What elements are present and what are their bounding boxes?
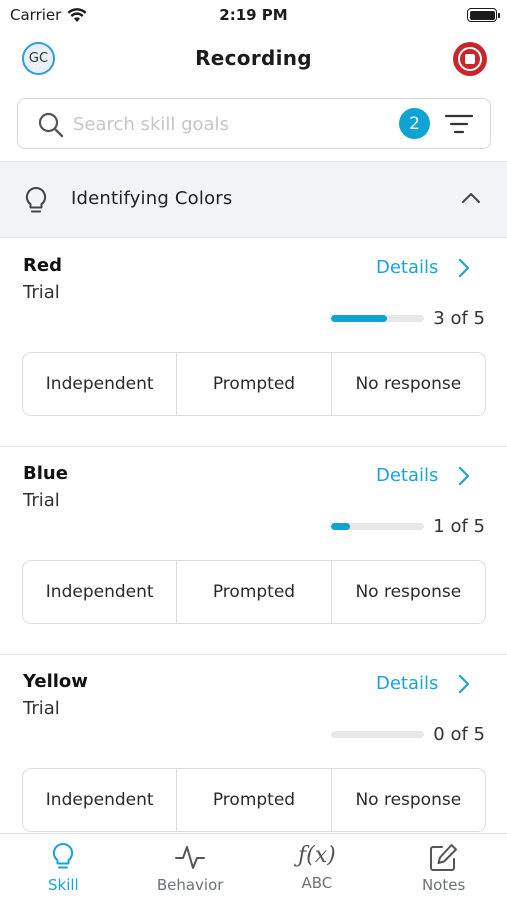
details-link[interactable]: Details — [376, 257, 470, 278]
details-link[interactable]: Details — [376, 465, 470, 486]
search-input[interactable] — [73, 109, 373, 139]
battery-icon — [467, 8, 500, 22]
status-time: 2:19 PM — [219, 6, 288, 24]
progress-bar — [331, 315, 424, 322]
response-options: Independent Prompted No response — [22, 352, 486, 416]
details-label: Details — [376, 257, 439, 278]
independent-button[interactable]: Independent — [23, 561, 178, 623]
skill-item: Blue Trial Details 1 of 5 Independent Pr… — [0, 447, 507, 655]
lightbulb-icon — [53, 842, 74, 869]
chevron-right-icon — [459, 674, 470, 693]
progress-bar — [331, 731, 424, 738]
tab-behavior[interactable]: Behavior — [127, 834, 254, 900]
status-bar: Carrier 2:19 PM — [0, 0, 507, 30]
independent-button[interactable]: Independent — [23, 769, 178, 831]
prompted-button[interactable]: Prompted — [177, 769, 332, 831]
chevron-up-icon[interactable] — [461, 192, 481, 204]
tab-label: Skill — [48, 876, 79, 894]
no-response-button[interactable]: No response — [331, 561, 485, 623]
tab-abc[interactable]: ƒ(x) ABC — [254, 834, 381, 900]
skill-name: Yellow — [23, 671, 88, 692]
independent-button[interactable]: Independent — [23, 353, 178, 415]
response-options: Independent Prompted No response — [22, 768, 486, 832]
skill-group-title: Identifying Colors — [71, 188, 233, 209]
prompted-button[interactable]: Prompted — [177, 353, 332, 415]
edit-note-icon — [429, 844, 457, 871]
lightbulb-icon — [25, 186, 47, 213]
tab-label: Behavior — [156, 876, 224, 894]
tab-skill[interactable]: Skill — [0, 834, 127, 900]
details-label: Details — [376, 673, 439, 694]
tab-notes[interactable]: Notes — [380, 834, 507, 900]
skill-item: Red Trial Details 3 of 5 Independent Pro… — [0, 239, 507, 447]
skill-name: Blue — [23, 463, 68, 484]
progress-text: 0 of 5 — [433, 724, 485, 745]
prompted-button[interactable]: Prompted — [177, 561, 332, 623]
skill-item: Yellow Trial Details 0 of 5 Independent … — [0, 655, 507, 863]
no-response-button[interactable]: No response — [331, 769, 485, 831]
progress-text: 1 of 5 — [433, 516, 485, 537]
stop-recording-button[interactable] — [453, 42, 487, 76]
skill-name: Red — [23, 255, 62, 276]
filter-icon[interactable] — [445, 112, 473, 136]
skill-type: Trial — [23, 698, 60, 719]
progress-bar — [331, 523, 424, 530]
response-options: Independent Prompted No response — [22, 560, 486, 624]
tab-bar: Skill Behavior ƒ(x) ABC Notes — [0, 833, 507, 900]
skill-group-header[interactable]: Identifying Colors — [0, 161, 507, 238]
progress-fill — [331, 315, 387, 322]
details-label: Details — [376, 465, 439, 486]
chevron-right-icon — [459, 258, 470, 277]
tab-label: Notes — [421, 876, 466, 894]
no-response-button[interactable]: No response — [331, 353, 485, 415]
skill-type: Trial — [23, 490, 60, 511]
progress-text: 3 of 5 — [433, 308, 485, 329]
search-bar: 2 — [17, 98, 491, 149]
stop-icon — [458, 47, 482, 71]
search-icon — [38, 112, 64, 138]
function-icon: ƒ(x) — [298, 843, 336, 868]
pulse-icon — [175, 846, 206, 869]
skill-type: Trial — [23, 282, 60, 303]
nav-bar: GC Recording — [0, 30, 507, 86]
page-title: Recording — [195, 46, 312, 70]
filter-count-badge: 2 — [399, 108, 430, 139]
tab-label: ABC — [301, 874, 333, 892]
progress-fill — [331, 523, 350, 530]
chevron-right-icon — [459, 466, 470, 485]
details-link[interactable]: Details — [376, 673, 470, 694]
